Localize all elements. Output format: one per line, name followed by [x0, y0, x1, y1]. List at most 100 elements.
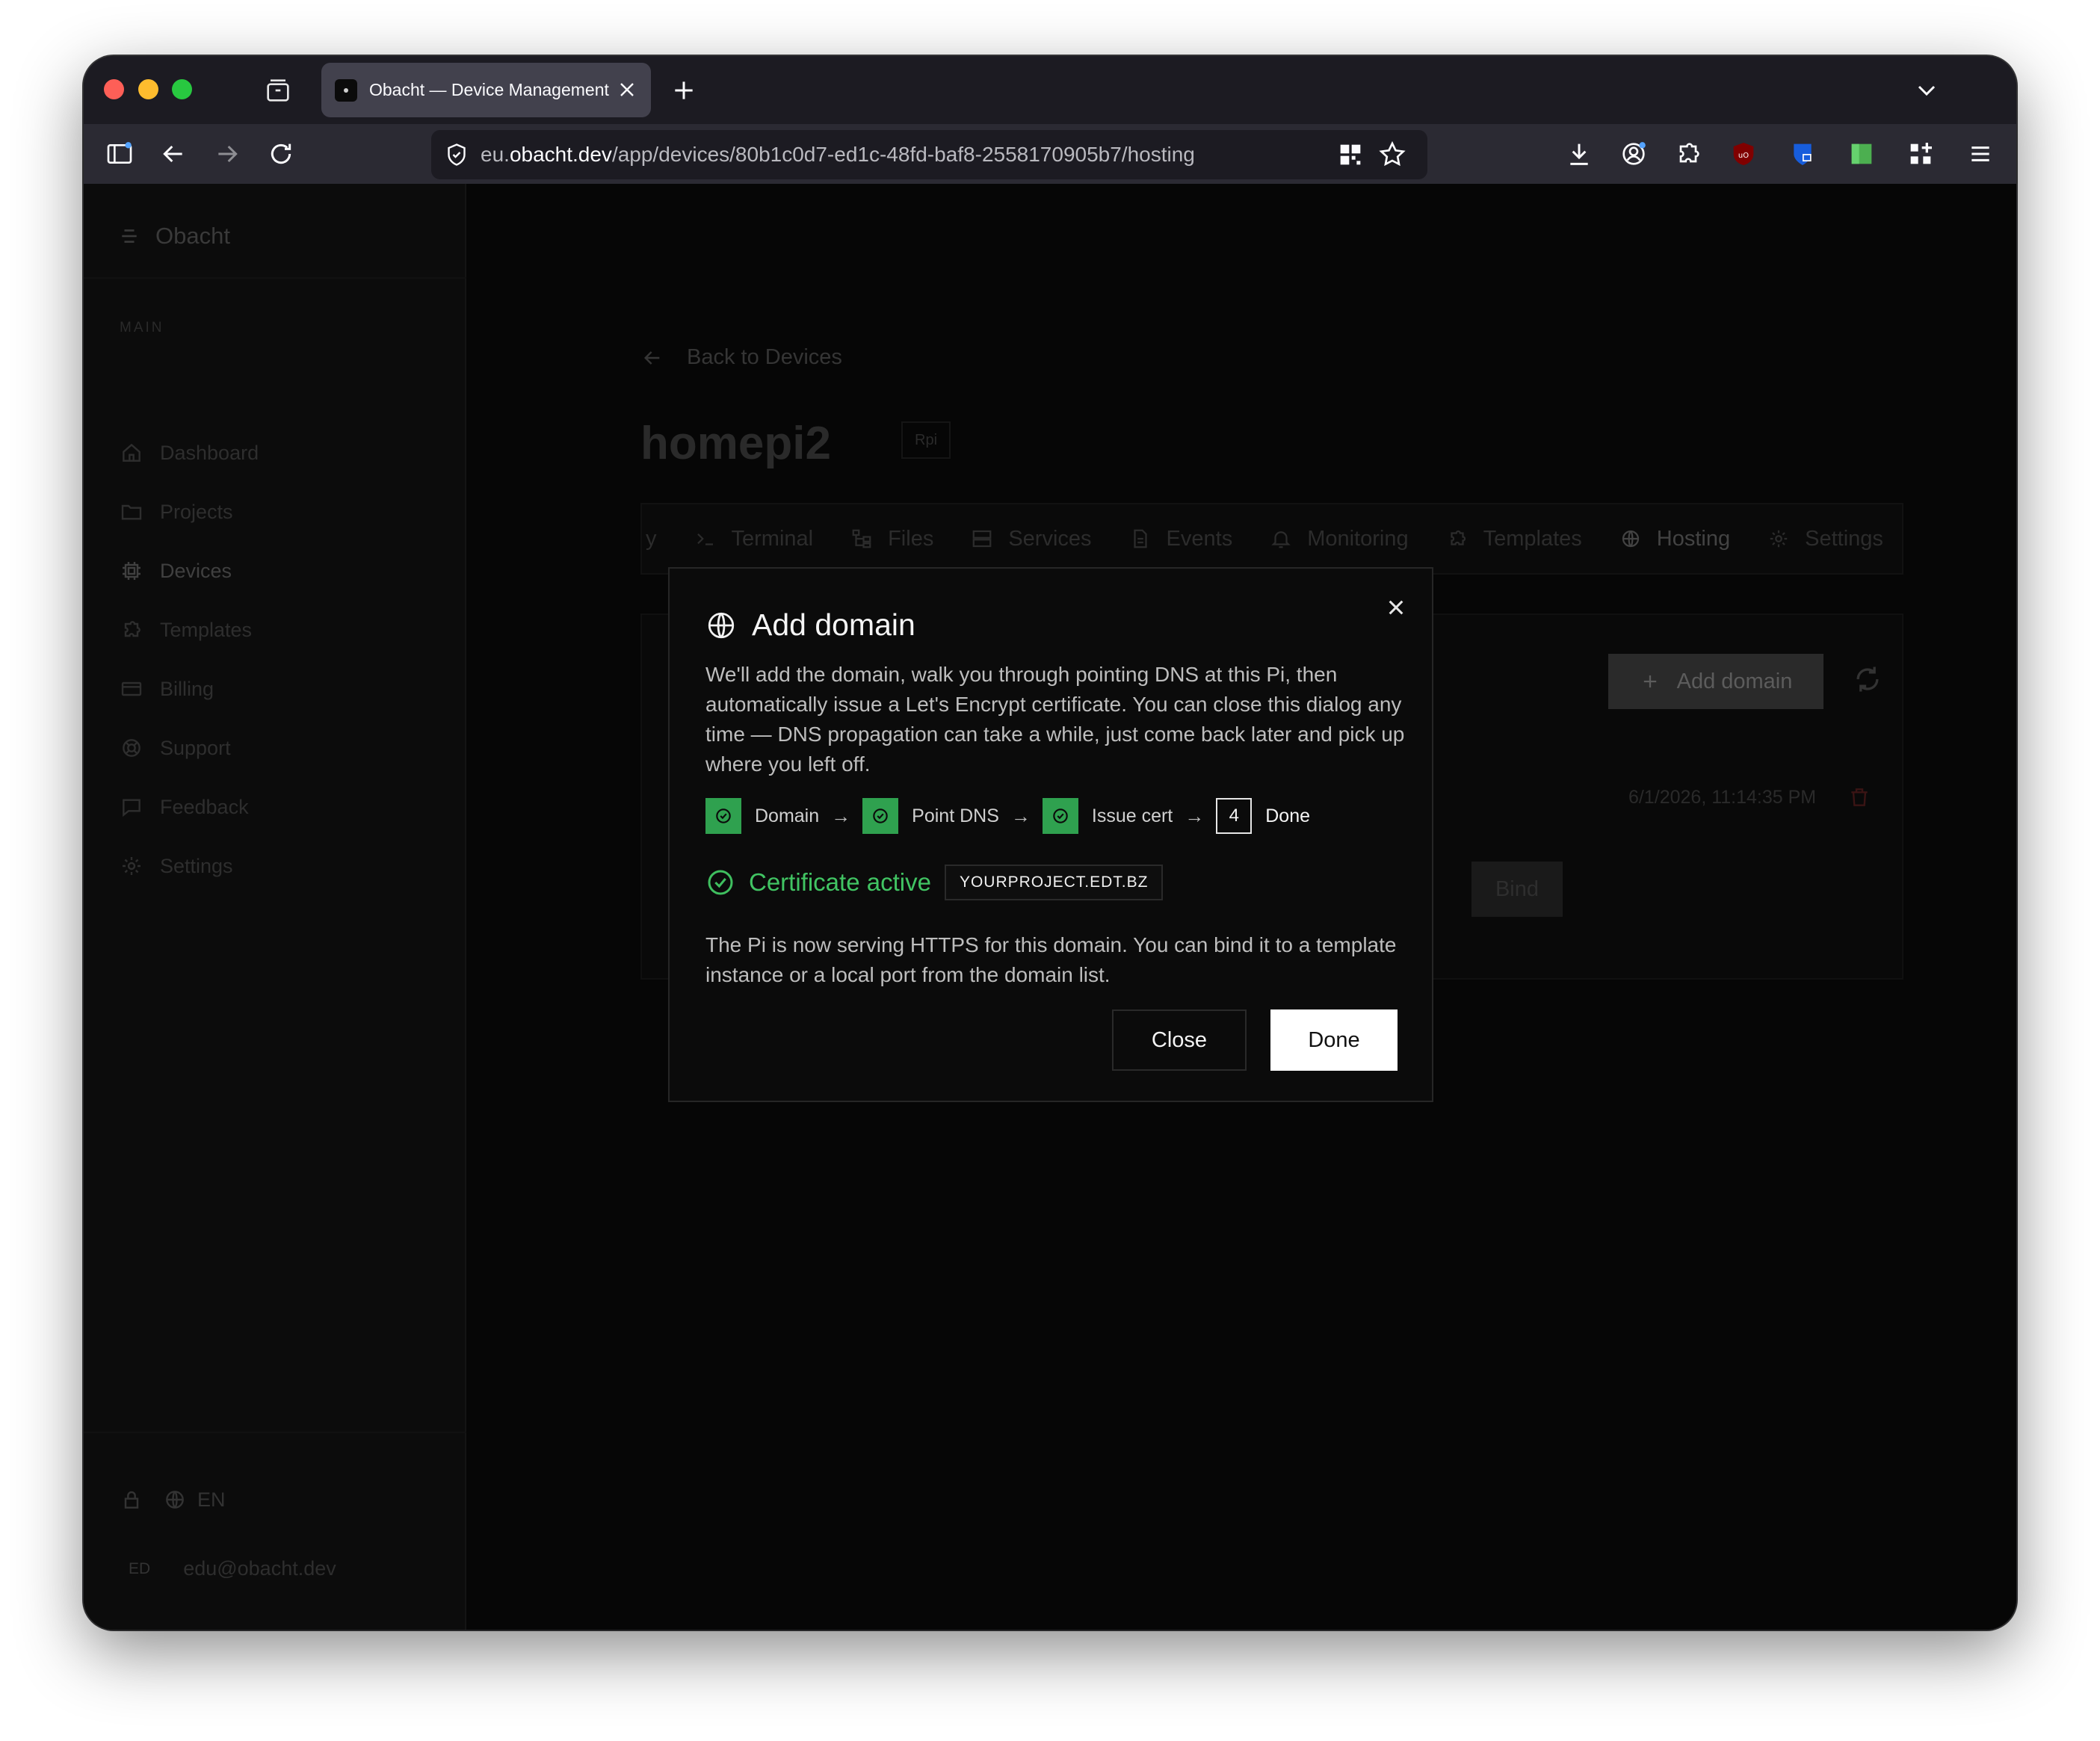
- check-circle-icon: [708, 870, 733, 895]
- close-icon[interactable]: [1381, 593, 1411, 622]
- tab-label: Hosting: [1656, 526, 1731, 551]
- terminal-icon: [697, 533, 713, 545]
- qr-code-icon[interactable]: [1335, 140, 1365, 170]
- step-arrow: →: [831, 804, 851, 827]
- tab-hosting[interactable]: Hosting: [1619, 527, 1730, 551]
- add-domain-label: Add domain: [1676, 669, 1793, 693]
- tab-files[interactable]: Files: [850, 527, 933, 551]
- reload-icon[interactable]: [266, 139, 296, 169]
- file-tree-icon: [852, 529, 871, 548]
- account-icon[interactable]: [1619, 139, 1649, 169]
- site-favicon-icon: [335, 78, 357, 102]
- tracking-protection-shield-icon[interactable]: [443, 141, 470, 168]
- tab-events[interactable]: Events: [1129, 526, 1233, 551]
- sidebar-item-billing[interactable]: Billing: [120, 677, 214, 701]
- ublock-origin-icon[interactable]: uO: [1729, 139, 1758, 169]
- brand[interactable]: Obacht: [120, 223, 230, 250]
- stepper: Domain → Point DNS → Issue cert → 4 Done: [705, 797, 1310, 835]
- sidebar-item-label: Dashboard: [160, 441, 259, 464]
- cpu-icon: [123, 562, 140, 580]
- tab-label: Events: [1166, 526, 1233, 551]
- step-label-point-dns: Point DNS: [912, 805, 999, 826]
- bind-button[interactable]: Bind: [1471, 862, 1563, 917]
- language-selector[interactable]: EN: [197, 1488, 226, 1512]
- close-button[interactable]: Close: [1112, 1009, 1247, 1071]
- minimize-window-button[interactable]: [138, 79, 158, 99]
- add-domain-button[interactable]: Add domain: [1608, 654, 1823, 709]
- done-button[interactable]: Done: [1270, 1009, 1398, 1071]
- tab-label: Services: [1008, 526, 1092, 551]
- check-circle-icon: [716, 808, 731, 823]
- dialog-header: Add domain: [705, 607, 915, 643]
- tab-settings[interactable]: Settings: [1767, 527, 1883, 551]
- svg-text:uO: uO: [1738, 152, 1749, 160]
- sidebar-section-label: MAIN: [120, 320, 164, 335]
- back-to-devices-link[interactable]: Back to Devices: [640, 345, 842, 370]
- step-label-issue-cert: Issue cert: [1091, 805, 1173, 826]
- gear-icon: [123, 857, 140, 875]
- step-label-domain: Domain: [755, 805, 820, 826]
- tab-terminal[interactable]: Terminal: [694, 526, 814, 551]
- list-tabs-chevron-icon[interactable]: [1912, 75, 1942, 105]
- dialog-info-text: The Pi is now serving HTTPS for this dom…: [705, 933, 1397, 986]
- sidebar-item-label: Projects: [160, 500, 233, 523]
- lifebuoy-icon: [123, 739, 140, 757]
- sidebar-item-settings[interactable]: Settings: [120, 854, 233, 878]
- step-complete-indicator: [705, 798, 741, 834]
- user-menu[interactable]: ED edu@obacht.dev: [120, 1557, 336, 1580]
- downloads-icon[interactable]: [1564, 139, 1594, 169]
- sidebar-item-devices[interactable]: Devices: [120, 559, 232, 583]
- globe-icon[interactable]: [163, 1488, 187, 1512]
- back-arrow-icon[interactable]: [158, 139, 188, 169]
- sidebar-item-projects[interactable]: Projects: [120, 500, 233, 524]
- forward-arrow-icon[interactable]: [212, 139, 242, 169]
- tab-groups-icon[interactable]: [263, 75, 293, 105]
- add-domain-dialog: Add domain We'll add the domain, walk yo…: [668, 567, 1433, 1102]
- close-window-button[interactable]: [104, 79, 124, 99]
- tab-close-icon[interactable]: [615, 78, 639, 102]
- tab-services[interactable]: Services: [971, 526, 1092, 551]
- bookmark-star-icon[interactable]: [1377, 140, 1407, 170]
- trash-icon[interactable]: [1847, 785, 1871, 809]
- tab-templates[interactable]: Templates: [1446, 527, 1582, 551]
- arrow-left-icon: [643, 350, 660, 365]
- sidebar-item-templates[interactable]: Templates: [120, 618, 252, 642]
- new-tab-plus-icon[interactable]: [669, 75, 699, 105]
- hamburger-menu-icon[interactable]: [1965, 139, 1995, 169]
- tab-overflow[interactable]: y: [646, 527, 657, 551]
- message-icon: [123, 799, 140, 817]
- apps-grid-icon[interactable]: [1906, 139, 1936, 169]
- tab-label: y: [646, 526, 657, 551]
- brand-name: Obacht: [155, 223, 230, 249]
- server-icon: [972, 530, 992, 548]
- refresh-icon[interactable]: [1851, 663, 1884, 696]
- tab-label: Terminal: [731, 526, 814, 551]
- page-title: homepi2: [640, 418, 831, 469]
- sidebar-item-support[interactable]: Support: [120, 736, 231, 760]
- step-complete-indicator: [862, 798, 899, 834]
- tab-title: Obacht — Device Management: [369, 80, 609, 99]
- device-tabs: y Terminal Files Services Events Monitor…: [640, 503, 1903, 575]
- green-extension-icon[interactable]: [1847, 139, 1877, 169]
- certificate-status-text: Certificate active: [749, 868, 931, 896]
- bitwarden-shield-icon[interactable]: [1788, 139, 1818, 169]
- puzzle-icon: [1450, 530, 1466, 545]
- extensions-puzzle-icon[interactable]: [1673, 139, 1703, 169]
- sidebar-item-dashboard[interactable]: Dashboard: [120, 441, 259, 465]
- browser-window: Obacht — Device Management eu.obacht.dev…: [84, 56, 2016, 1630]
- document-icon: [1133, 529, 1147, 548]
- tab-label: Settings: [1805, 526, 1883, 551]
- device-type-badge: Rpi: [901, 421, 951, 459]
- folder-icon: [121, 504, 142, 520]
- browser-tab[interactable]: Obacht — Device Management: [321, 63, 651, 117]
- sidebar: Obacht MAIN Dashboard Projects Devices T…: [84, 184, 466, 1630]
- zoom-window-button[interactable]: [172, 79, 192, 99]
- tab-monitoring[interactable]: Monitoring: [1270, 527, 1409, 551]
- sidebar-toggle-icon[interactable]: [105, 139, 135, 169]
- lock-icon[interactable]: [120, 1488, 143, 1512]
- avatar: ED: [129, 1559, 151, 1577]
- sidebar-item-feedback[interactable]: Feedback: [120, 795, 249, 819]
- address-bar[interactable]: eu.obacht.dev/app/devices/80b1c0d7-ed1c-…: [431, 130, 1427, 179]
- url-text[interactable]: eu.obacht.dev/app/devices/80b1c0d7-ed1c-…: [481, 143, 1195, 167]
- tab-bar: Obacht — Device Management: [84, 56, 2016, 124]
